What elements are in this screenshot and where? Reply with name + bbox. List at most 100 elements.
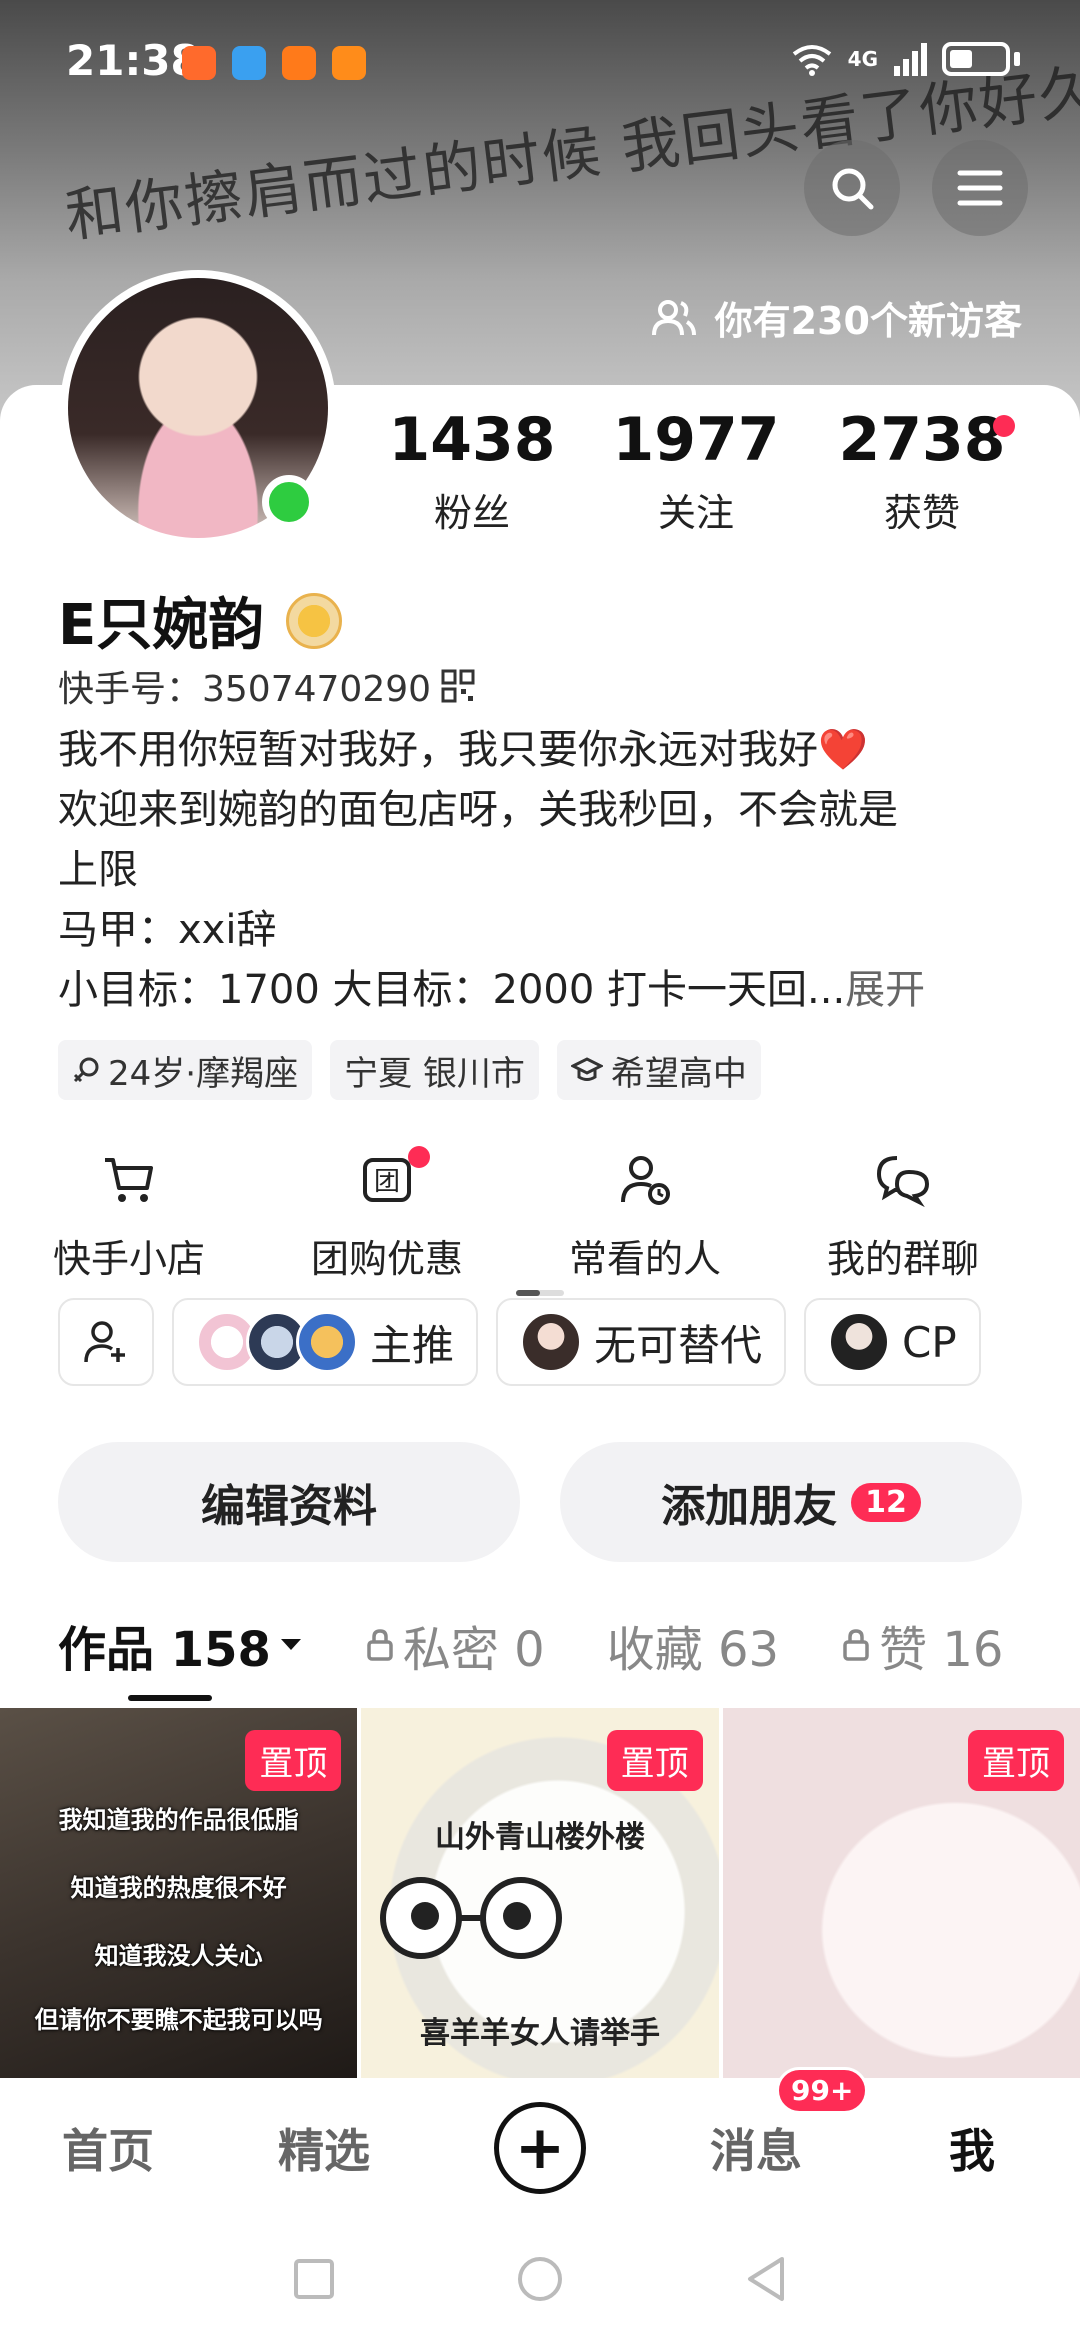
stat-label: 关注 bbox=[657, 491, 734, 535]
signal-icon bbox=[894, 43, 927, 76]
app-notification-icon bbox=[232, 46, 266, 80]
nav-messages[interactable]: 消息 99+ bbox=[648, 2067, 869, 2181]
system-navigation bbox=[0, 2218, 1080, 2340]
bio-line: 我不用你短暂对我好，我只要你永远对我好❤️ bbox=[58, 727, 868, 773]
chip-label: 无可替代 bbox=[594, 1320, 763, 1370]
username-text: E只婉韵 bbox=[58, 593, 265, 658]
lock-icon bbox=[367, 1629, 393, 1661]
shortcut-label: 团购优惠 bbox=[310, 1237, 463, 1281]
mini-avatar bbox=[296, 1311, 358, 1373]
shortcut-my-groups[interactable]: 我的群聊 bbox=[774, 1150, 1032, 1283]
tile-caption: 山外青山楼外楼 bbox=[434, 1820, 645, 1855]
recents-icon[interactable] bbox=[292, 2257, 336, 2301]
action-buttons: 编辑资料 添加朋友 12 bbox=[58, 1442, 1022, 1562]
add-featured-button[interactable] bbox=[58, 1298, 154, 1386]
bio-line: 小目标：1700 大目标：2000 打卡一天回...展开 bbox=[58, 960, 1038, 1020]
username: E只婉韵 bbox=[58, 580, 343, 661]
stat-following[interactable]: 1977 关注 bbox=[596, 410, 796, 537]
kuaishou-id[interactable]: 快手号：3507470290 bbox=[58, 660, 475, 712]
pinned-badge: 置顶 bbox=[245, 1730, 342, 1791]
nav-label: 首页 bbox=[62, 2124, 154, 2178]
shortcut-label: 我的群聊 bbox=[826, 1237, 979, 1281]
add-friend-label: 添加朋友 bbox=[661, 1481, 838, 1532]
status-right: 4G bbox=[790, 42, 1020, 76]
add-friend-button[interactable]: 添加朋友 12 bbox=[560, 1442, 1022, 1562]
featured-chips: 主推 无可替代 CP bbox=[58, 1298, 981, 1386]
tab-likes[interactable]: 赞 16 bbox=[841, 1610, 1003, 1680]
shortcut-kuaishou-shop[interactable]: 快手小店 bbox=[0, 1150, 258, 1283]
location-tag: 宁夏 银川市 bbox=[330, 1040, 539, 1100]
mini-avatar bbox=[828, 1311, 891, 1373]
chip-main-promote[interactable]: 主推 bbox=[172, 1298, 479, 1386]
chip-irreplaceable[interactable]: 无可替代 bbox=[496, 1298, 787, 1386]
group-buy-notification-dot bbox=[408, 1146, 430, 1168]
tile-caption: 喜羊羊女人请举手 bbox=[419, 2016, 660, 2051]
chip-label: 主推 bbox=[370, 1320, 455, 1370]
video-tile[interactable]: 置顶 山外青山楼外楼 喜羊羊女人请举手 bbox=[361, 1708, 719, 2078]
mini-avatar bbox=[520, 1311, 583, 1373]
person-clock-icon bbox=[621, 1156, 670, 1205]
app-notification-icon bbox=[182, 46, 216, 80]
search-button[interactable] bbox=[804, 140, 900, 236]
tile-caption: 知道我的热度很不好 bbox=[70, 1874, 287, 1902]
level-badge-icon[interactable] bbox=[286, 592, 343, 649]
svg-text:团: 团 bbox=[374, 1167, 400, 1197]
female-icon bbox=[73, 1057, 99, 1083]
bio-line: 马甲：xxi辞 bbox=[58, 907, 277, 953]
kuaishou-id-text: 快手号：3507470290 bbox=[58, 669, 432, 710]
nav-label: 我 bbox=[949, 2124, 995, 2178]
caret-down-icon bbox=[280, 1639, 301, 1650]
tile-caption: 我知道我的作品很低脂 bbox=[58, 1806, 299, 1834]
lock-icon bbox=[843, 1629, 869, 1661]
shortcut-row: 快手小店 团 团购优惠 常看的人 我的群聊 bbox=[0, 1146, 1080, 1283]
nav-featured[interactable]: 精选 bbox=[216, 2115, 432, 2181]
stat-number: 2738 bbox=[838, 405, 1006, 475]
likes-notification-dot bbox=[993, 415, 1015, 437]
age-tag: 24岁·摩羯座 bbox=[58, 1040, 313, 1100]
add-friend-count-badge: 12 bbox=[851, 1482, 921, 1522]
stat-fans[interactable]: 1438 粉丝 bbox=[372, 410, 572, 537]
tab-private[interactable]: 私密 0 bbox=[365, 1610, 545, 1680]
wifi-icon bbox=[792, 45, 831, 76]
chip-cp[interactable]: CP bbox=[804, 1298, 981, 1386]
visitors-text: 你有230个新访客 bbox=[714, 299, 1022, 343]
tab-works[interactable]: 作品 158 bbox=[58, 1610, 303, 1680]
shortcut-label: 常看的人 bbox=[568, 1237, 721, 1281]
visitors-icon bbox=[651, 299, 696, 335]
network-label: 4G bbox=[847, 47, 878, 71]
new-visitors-link[interactable]: 你有230个新访客 bbox=[651, 290, 1022, 345]
stat-label: 粉丝 bbox=[433, 491, 510, 535]
tab-label: 赞 16 bbox=[879, 1622, 1004, 1678]
video-tile[interactable]: 置顶 我知道我的作品很低脂 知道我的热度很不好 知道我没人关心 但请你不要瞧不起… bbox=[0, 1708, 358, 2078]
nav-me[interactable]: 我 bbox=[864, 2115, 1080, 2181]
stat-likes[interactable]: 2738 获赞 bbox=[822, 410, 1022, 537]
nav-home[interactable]: 首页 bbox=[0, 2115, 216, 2181]
status-time: 21:38 bbox=[66, 36, 200, 85]
chip-label: CP bbox=[902, 1317, 957, 1367]
search-icon bbox=[832, 168, 874, 210]
battery-cap bbox=[1014, 52, 1020, 66]
back-icon[interactable] bbox=[744, 2255, 788, 2303]
edit-profile-label: 编辑资料 bbox=[201, 1481, 377, 1532]
bottom-navigation: 首页 精选 + 消息 99+ 我 bbox=[0, 2067, 1080, 2218]
group-buy-icon: 团 bbox=[363, 1158, 411, 1202]
school-tag-text: 希望高中 bbox=[610, 1053, 747, 1094]
video-tile[interactable]: 置顶 bbox=[722, 1708, 1080, 2078]
tab-favorites[interactable]: 收藏 63 bbox=[607, 1610, 779, 1680]
edit-profile-button[interactable]: 编辑资料 bbox=[58, 1442, 520, 1562]
shortcut-frequently-viewed[interactable]: 常看的人 bbox=[516, 1150, 774, 1283]
menu-button[interactable] bbox=[932, 140, 1028, 236]
shortcut-group-buy[interactable]: 团 团购优惠 bbox=[258, 1146, 516, 1283]
home-icon[interactable] bbox=[516, 2255, 564, 2303]
nav-create[interactable]: + bbox=[432, 2102, 648, 2194]
stat-number: 1977 bbox=[612, 405, 780, 475]
graduation-cap-icon bbox=[570, 1057, 603, 1081]
bio-expand-link[interactable]: 展开 bbox=[845, 967, 925, 1013]
pinned-badge: 置顶 bbox=[967, 1730, 1064, 1791]
works-grid: 置顶 我知道我的作品很低脂 知道我的热度很不好 知道我没人关心 但请你不要瞧不起… bbox=[0, 1708, 1080, 2078]
tile-caption: 但请你不要瞧不起我可以吗 bbox=[34, 2006, 323, 2034]
qr-code-icon[interactable] bbox=[441, 669, 475, 703]
school-tag: 希望高中 bbox=[556, 1040, 761, 1100]
menu-icon bbox=[957, 170, 1003, 206]
status-bar: 21:38 4G bbox=[0, 0, 1080, 120]
